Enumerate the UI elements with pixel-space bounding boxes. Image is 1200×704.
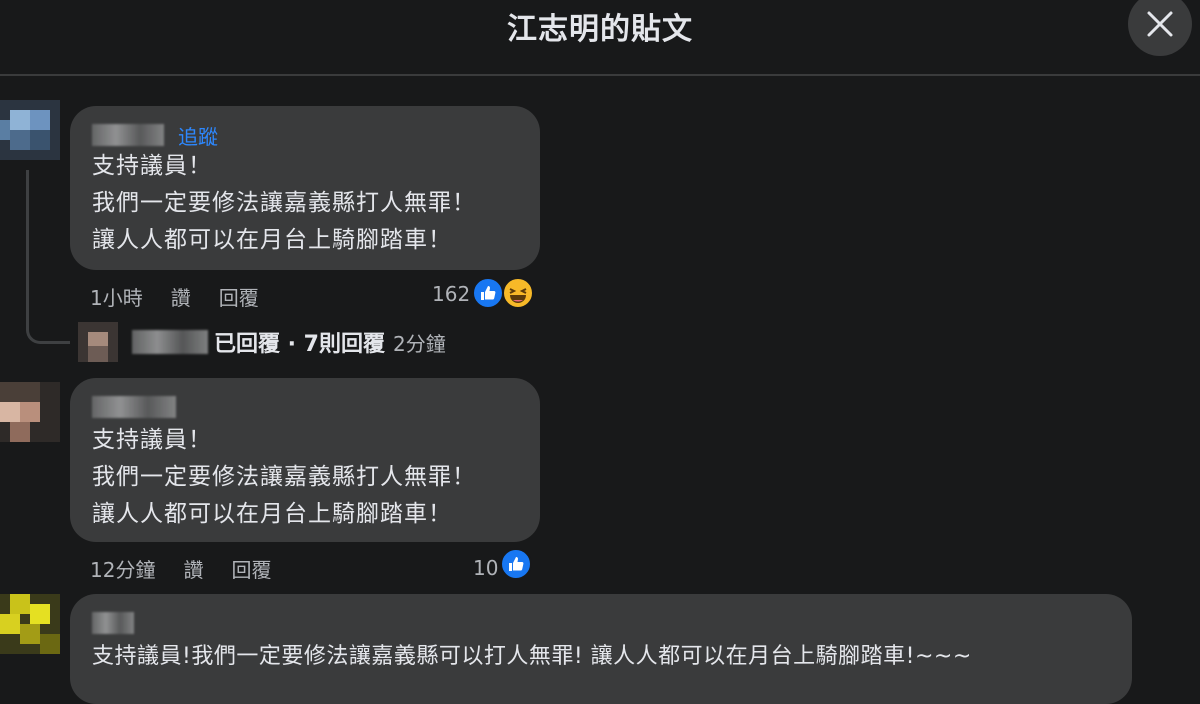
commenter-name-blurred[interactable] bbox=[92, 124, 164, 146]
avatar[interactable] bbox=[0, 594, 60, 654]
commenter-name-row bbox=[92, 394, 176, 420]
comment-time[interactable]: 1小時 bbox=[90, 282, 143, 311]
reply-avatar bbox=[78, 322, 118, 362]
comment-actions: 12分鐘 讚 回覆 bbox=[90, 554, 299, 583]
reaction-count[interactable]: 162 bbox=[432, 282, 470, 306]
avatar[interactable] bbox=[0, 382, 60, 442]
page-title: 江志明的貼文 bbox=[507, 12, 693, 47]
post-header: 江志明的貼文 bbox=[0, 0, 1200, 76]
reply-summary[interactable]: 已回覆 · 7則回覆 2分鐘 bbox=[78, 322, 446, 362]
reply-summary-text[interactable]: 已回覆 · 7則回覆 bbox=[214, 326, 385, 358]
commenter-name-blurred[interactable] bbox=[92, 396, 176, 418]
comment-time[interactable]: 12分鐘 bbox=[90, 554, 155, 583]
comment-bubble: 追蹤 支持議員！ 我們一定要修法讓嘉義縣打人無罪！ 讓人人都可以在月台上騎腳踏車… bbox=[70, 106, 540, 270]
reply-action[interactable]: 回覆 bbox=[219, 282, 259, 311]
like-icon bbox=[472, 277, 504, 309]
haha-icon bbox=[502, 277, 534, 309]
avatar[interactable] bbox=[0, 100, 60, 160]
reply-summary-time: 2分鐘 bbox=[392, 331, 446, 356]
reply-name-blurred bbox=[132, 330, 208, 354]
like-action[interactable]: 讚 bbox=[183, 554, 203, 583]
thread-connector bbox=[26, 170, 70, 344]
close-icon bbox=[1147, 11, 1173, 37]
like-action[interactable]: 讚 bbox=[171, 282, 191, 311]
comment-bubble: 支持議員！ 我們一定要修法讓嘉義縣打人無罪！ 讓人人都可以在月台上騎腳踏車！ bbox=[70, 378, 540, 542]
commenter-name-blurred[interactable] bbox=[92, 612, 134, 634]
reaction-count[interactable]: 10 bbox=[473, 556, 498, 580]
comment-text: 支持議員！ 我們一定要修法讓嘉義縣打人無罪！ 讓人人都可以在月台上騎腳踏車！ bbox=[92, 427, 476, 527]
comment-bubble: 支持議員!我們一定要修法讓嘉義縣可以打人無罪! 讓人人都可以在月台上騎腳踏車!~… bbox=[70, 594, 1132, 704]
reply-action[interactable]: 回覆 bbox=[231, 554, 271, 583]
comment-text: 支持議員!我們一定要修法讓嘉義縣可以打人無罪! 讓人人都可以在月台上騎腳踏車!~… bbox=[92, 644, 972, 669]
comment-text: 支持議員！ 我們一定要修法讓嘉義縣打人無罪！ 讓人人都可以在月台上騎腳踏車！ bbox=[92, 153, 476, 253]
like-icon bbox=[500, 548, 532, 580]
commenter-name-row bbox=[92, 610, 134, 636]
comment-actions: 1小時 讚 回覆 bbox=[90, 282, 287, 311]
commenter-name-row: 追蹤 bbox=[92, 121, 218, 150]
follow-link[interactable]: 追蹤 bbox=[178, 121, 218, 150]
